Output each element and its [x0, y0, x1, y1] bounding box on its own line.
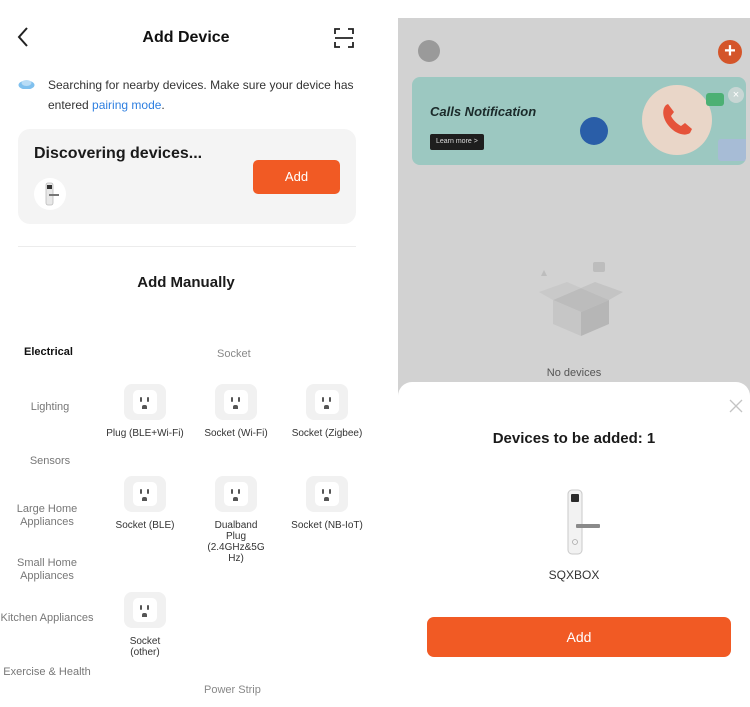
section-power-strip: Power Strip — [204, 684, 261, 696]
discovery-title: Discovering devices... — [34, 145, 203, 162]
scan-icon — [334, 28, 354, 48]
device-option-label: Socket (BLE) — [115, 520, 175, 531]
section-socket: Socket — [217, 348, 251, 360]
divider — [18, 246, 356, 247]
bell-icon — [580, 117, 608, 145]
category-small-home-appliances[interactable]: Small Home Appliances — [0, 557, 94, 583]
searching-icon — [18, 80, 35, 89]
socket-icon — [306, 476, 348, 512]
chat-icon — [706, 93, 724, 106]
door-lock-icon — [45, 182, 59, 206]
scan-button[interactable] — [333, 27, 355, 49]
category-lighting[interactable]: Lighting — [0, 401, 100, 414]
discovery-card: Discovering devices... Add — [18, 129, 356, 224]
empty-state-text: No devices — [546, 367, 602, 379]
add-icon[interactable]: + — [718, 40, 742, 64]
phone-icon — [663, 104, 692, 135]
device-option-label: Plug (BLE+Wi-Fi) — [106, 428, 184, 439]
add-manually-title: Add Manually — [137, 274, 235, 291]
add-device-button[interactable]: Add — [427, 617, 731, 657]
device-option[interactable]: Socket (NB-IoT) — [287, 476, 367, 531]
empty-box-icon — [539, 262, 623, 336]
socket-icon — [306, 384, 348, 420]
banner-close-icon[interactable]: × — [728, 87, 744, 103]
top-bar: Add Device — [0, 22, 372, 56]
device-option[interactable]: Socket (other) — [105, 592, 185, 658]
category-exercise-health[interactable]: Exercise & Health — [0, 666, 94, 679]
door-lock-icon — [567, 489, 600, 555]
banner-title: Calls Notification — [430, 104, 537, 119]
category-electrical[interactable]: Electrical — [0, 346, 100, 359]
learn-more-button[interactable]: Learn more > — [430, 134, 484, 150]
socket-icon — [124, 476, 166, 512]
device-option[interactable]: Dualband Plug (2.4GHz&5G Hz) — [196, 476, 276, 564]
device-option[interactable]: Plug (BLE+Wi-Fi) — [105, 384, 185, 439]
devices-to-add-sheet: Devices to be added: 1 SQXBOX Add — [398, 382, 750, 707]
device-option-label: Socket (NB-IoT) — [291, 520, 363, 531]
device-option-label: Socket (Zigbee) — [291, 428, 363, 439]
device-option[interactable]: Socket (Wi-Fi) — [196, 384, 276, 439]
category-sensors[interactable]: Sensors — [0, 455, 100, 468]
close-icon[interactable] — [728, 398, 744, 414]
device-name: SQXBOX — [548, 568, 600, 582]
device-option-label: Dualband Plug (2.4GHz&5G Hz) — [207, 520, 265, 564]
device-option[interactable]: Socket (Zigbee) — [287, 384, 367, 439]
sheet-title: Devices to be added: 1 — [492, 430, 656, 447]
home-icon[interactable] — [418, 40, 440, 62]
tablet-illustration — [718, 139, 746, 161]
device-option[interactable]: Socket (BLE) — [105, 476, 185, 531]
add-device-screen: Add Device Searching for nearby devices.… — [0, 0, 372, 707]
socket-icon — [124, 384, 166, 420]
search-hint-suffix: . — [161, 98, 165, 112]
add-discovered-button[interactable]: Add — [253, 160, 340, 194]
device-option-label: Socket (other) — [129, 636, 161, 658]
socket-icon — [215, 476, 257, 512]
discovered-device-thumbnail — [34, 178, 66, 210]
pairing-mode-link[interactable]: pairing mode — [92, 98, 161, 112]
device-option-label: Socket (Wi-Fi) — [204, 428, 268, 439]
category-large-home-appliances[interactable]: Large Home Appliances — [0, 503, 94, 529]
promo-banner[interactable]: Calls Notification Learn more > × — [412, 77, 746, 165]
search-hint: Searching for nearby devices. Make sure … — [48, 75, 360, 115]
home-screen-with-sheet: + Calls Notification Learn more > × No d… — [398, 18, 750, 707]
socket-icon — [124, 592, 166, 628]
category-kitchen-appliances[interactable]: Kitchen Appliances — [0, 612, 94, 625]
page-title: Add Device — [142, 29, 230, 46]
socket-icon — [215, 384, 257, 420]
